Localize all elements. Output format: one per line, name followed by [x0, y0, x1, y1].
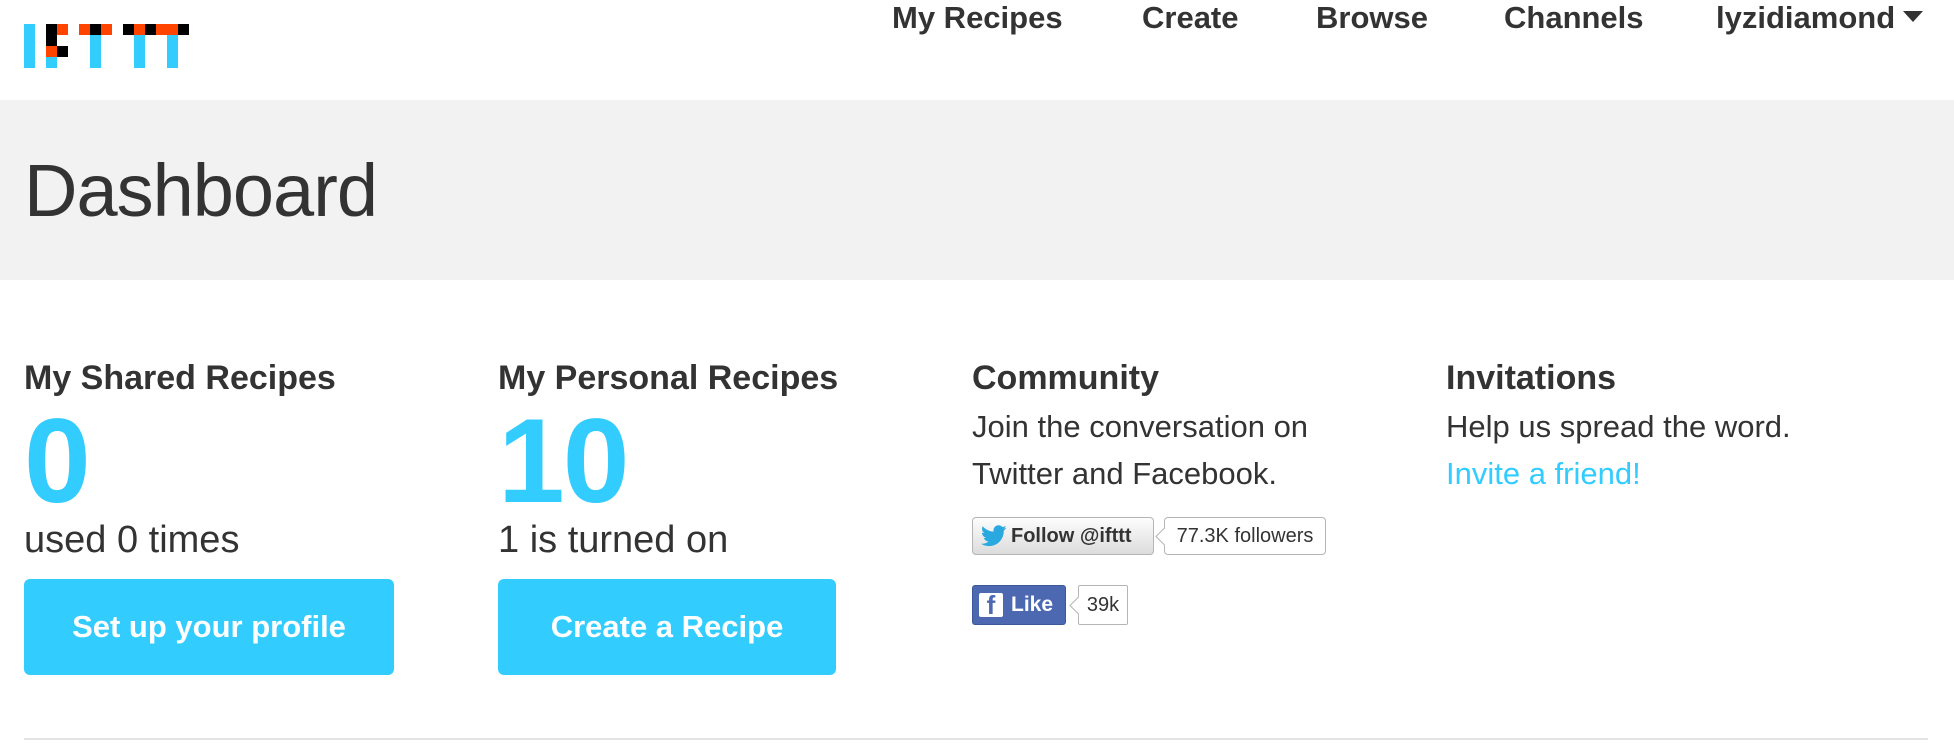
nav-my-recipes[interactable]: My Recipes [892, 0, 1063, 36]
ifttt-logo[interactable] [24, 24, 190, 68]
personal-recipes-status: 1 is turned on [498, 519, 729, 561]
shared-recipes-count: 0 [24, 394, 91, 528]
create-recipe-button[interactable]: Create a Recipe [498, 579, 836, 675]
invitations-section: Invitations Help us spread the word. Inv… [1446, 355, 1926, 497]
community-text-line2: Twitter and Facebook. [972, 456, 1277, 491]
section-divider [24, 738, 1928, 740]
community-heading: Community [972, 359, 1159, 397]
shared-recipes-heading: My Shared Recipes [24, 359, 336, 397]
twitter-follower-count: 77.3K followers [1164, 517, 1326, 555]
invite-friend-link[interactable]: Invite a friend! [1446, 450, 1641, 497]
community-text-line1: Join the conversation on [972, 409, 1309, 444]
twitter-bird-icon [981, 525, 1007, 547]
invitations-text: Help us spread the word. [1446, 409, 1791, 444]
title-band: Dashboard [0, 100, 1954, 280]
set-up-profile-button[interactable]: Set up your profile [24, 579, 394, 675]
top-navbar: My Recipes Create Browse Channels lyzidi… [0, 0, 1954, 100]
facebook-like-count: 39k [1078, 585, 1128, 625]
facebook-like-label: Like [1011, 593, 1054, 616]
community-text: Join the conversation on Twitter and Fac… [972, 403, 1412, 497]
twitter-follow-button[interactable]: Follow @ifttt [972, 517, 1154, 555]
nav-browse[interactable]: Browse [1316, 0, 1428, 36]
page-title: Dashboard [24, 149, 378, 232]
facebook-like-button[interactable]: f Like [972, 585, 1066, 625]
personal-recipes-section: My Personal Recipes 10 1 is turned on Cr… [498, 355, 938, 675]
facebook-f-icon: f [979, 593, 1003, 617]
user-menu[interactable]: lyzidiamond [1716, 0, 1924, 36]
nav-channels[interactable]: Channels [1504, 0, 1644, 36]
caret-down-icon [1903, 11, 1924, 23]
community-section: Community Join the conversation on Twitt… [972, 355, 1412, 655]
shared-recipes-section: My Shared Recipes 0 used 0 times Set up … [24, 355, 464, 675]
invitations-heading: Invitations [1446, 359, 1617, 397]
twitter-follow-label: Follow @ifttt [1011, 524, 1132, 547]
username: lyzidiamond [1716, 0, 1896, 35]
nav-create[interactable]: Create [1142, 0, 1239, 36]
personal-recipes-count: 10 [498, 394, 629, 528]
shared-recipes-usage: used 0 times [24, 519, 240, 561]
